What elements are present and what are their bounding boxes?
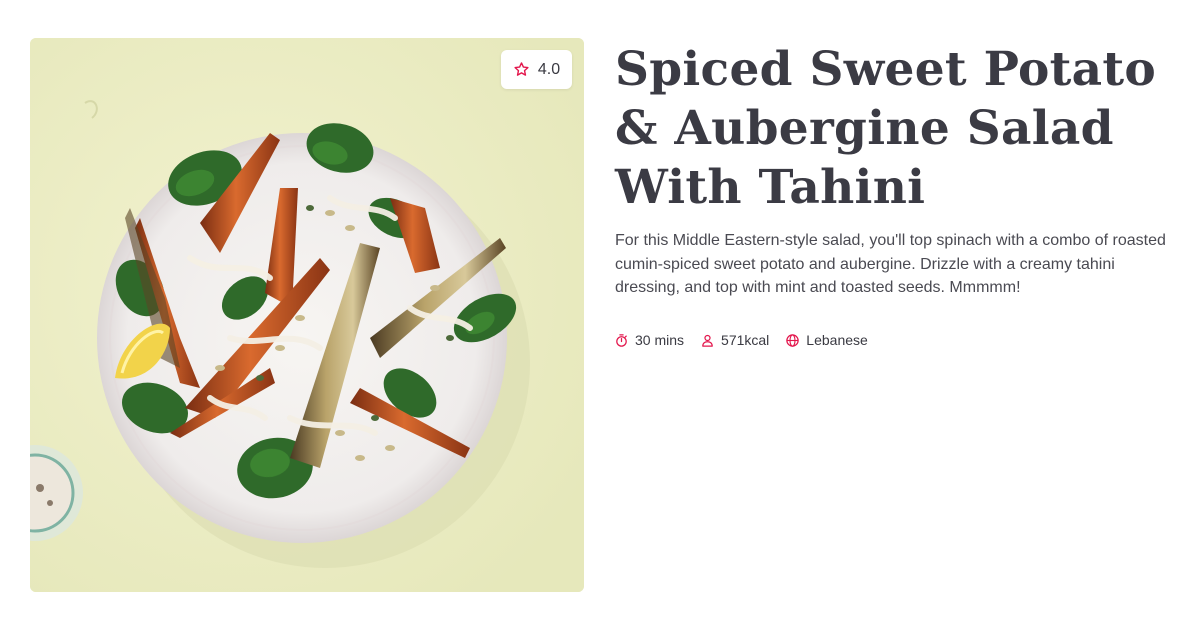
calories-value: 571kcal — [721, 332, 770, 348]
meta-calories: 571kcal — [700, 332, 769, 348]
star-outline-icon — [514, 62, 529, 76]
recipe-meta: 30 mins 571kcal Lebanese — [614, 332, 868, 348]
recipe-card: 4.0 Spiced Sweet Potato & Aubergine Sala… — [0, 0, 1200, 630]
globe-icon — [786, 333, 800, 347]
cuisine-value: Lebanese — [806, 332, 868, 348]
meta-cuisine: Lebanese — [785, 332, 868, 348]
stopwatch-icon — [616, 333, 627, 347]
recipe-photo[interactable] — [30, 38, 584, 592]
recipe-description: For this Middle Eastern-style salad, you… — [615, 232, 1166, 296]
salad-illustration — [30, 38, 584, 592]
meta-time: 30 mins — [614, 332, 684, 348]
rating-badge[interactable]: 4.0 — [501, 50, 572, 89]
person-icon — [702, 334, 713, 347]
time-value: 30 mins — [635, 332, 685, 348]
rating-value: 4.0 — [537, 60, 561, 78]
recipe-title[interactable]: Spiced Sweet Potato & Aubergine Salad Wi… — [615, 40, 1175, 217]
